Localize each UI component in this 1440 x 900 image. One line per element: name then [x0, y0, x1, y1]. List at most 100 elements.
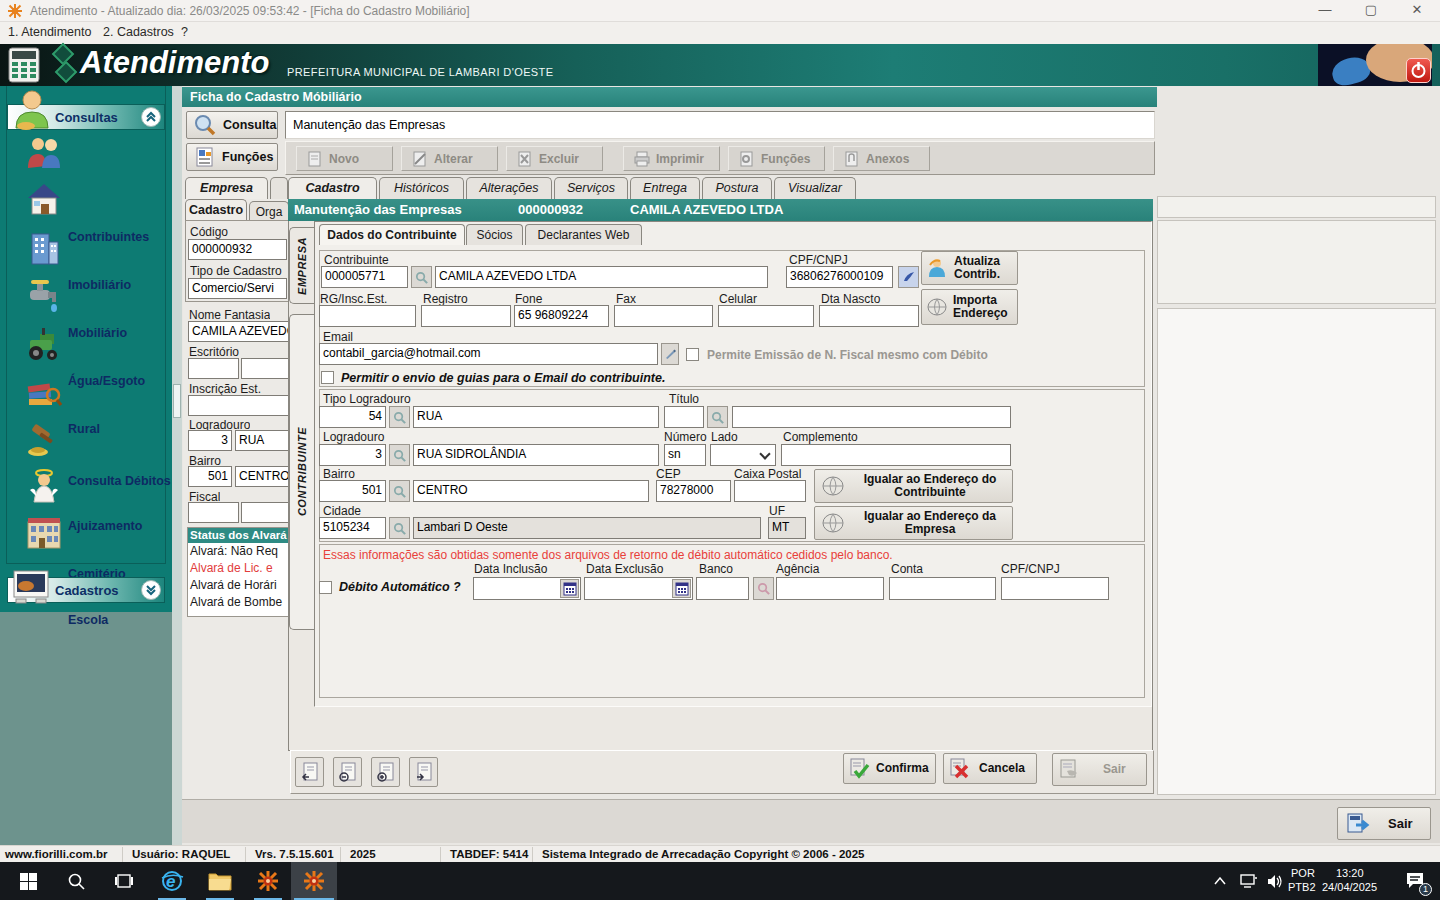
cpf-input[interactable]: 36806276000109 [786, 266, 893, 288]
cep-input[interactable]: 78278000 [656, 480, 731, 502]
cpf-tool-button[interactable] [898, 266, 919, 288]
email-edit-button[interactable] [661, 343, 679, 365]
permite-emissao-checkbox[interactable] [686, 348, 699, 361]
importa-endereco-button[interactable]: ImportaEndereço [921, 289, 1018, 325]
titulo-input[interactable] [732, 406, 1011, 428]
caixa-postal-input[interactable] [734, 480, 806, 502]
conta-input[interactable] [889, 577, 996, 600]
escritorio-input[interactable] [241, 358, 290, 379]
email-input[interactable]: contabil_garcia@hotmail.com [319, 343, 658, 365]
tray-volume-icon[interactable] [1262, 862, 1288, 900]
toolbar-funcoes-button[interactable]: Funções [728, 146, 825, 171]
power-button[interactable] [1406, 58, 1431, 83]
alterar-button[interactable]: Alterar [401, 146, 498, 171]
side-tab-empresa[interactable]: EMPRESA [289, 227, 314, 304]
subtab-socios[interactable]: Sócios [466, 224, 523, 245]
anexos-button[interactable]: Anexos [833, 146, 930, 171]
logradouro-num-input[interactable]: 3 [319, 444, 386, 466]
mtab-visualizar[interactable]: Visualizar [774, 177, 856, 199]
tipo-logradouro-search[interactable] [389, 406, 410, 428]
menu-cadastros[interactable]: 2. Cadastros [103, 25, 174, 39]
lp-logradouro-num-input[interactable]: 3 [188, 430, 232, 451]
menu-help[interactable]: ? [181, 25, 188, 39]
consultas-collapse-button[interactable] [141, 107, 161, 127]
complemento-input[interactable] [781, 444, 1011, 466]
contribuinte-name-input[interactable]: CAMILA AZEVEDO LTDA [435, 266, 768, 288]
novo-button[interactable]: Novo [296, 146, 393, 171]
fiscal-num-input[interactable] [188, 502, 239, 523]
lado-dropdown[interactable] [710, 444, 776, 466]
dialog-sair-button[interactable]: Sair [1052, 753, 1147, 786]
file-explorer-icon[interactable] [200, 862, 240, 900]
maximize-button[interactable]: ▢ [1348, 0, 1394, 22]
registro-input[interactable] [421, 305, 511, 327]
envio-guias-checkbox[interactable] [321, 371, 334, 384]
mtab-cadastro[interactable]: Cadastro [288, 177, 377, 199]
dta-input[interactable] [819, 305, 919, 327]
escritorio-num-input[interactable] [188, 358, 239, 379]
tray-clock-date[interactable]: 24/04/2025 [1322, 881, 1377, 893]
mtab-historicos[interactable]: Históricos [379, 177, 464, 199]
mtab-entrega[interactable]: Entrega [630, 177, 700, 199]
minimize-button[interactable]: — [1302, 0, 1348, 22]
banco-input[interactable] [696, 577, 749, 600]
mtab-alteracoes[interactable]: Alterações [466, 177, 552, 199]
igualar-contribuinte-button[interactable]: Igualar ao Endereço doContribuinte [814, 469, 1013, 503]
contribuinte-search-button[interactable] [411, 266, 432, 288]
fiscal-input[interactable] [241, 502, 290, 523]
nav-next-button[interactable] [371, 757, 400, 787]
subtab-dados[interactable]: Dados do Contribuinte [319, 224, 465, 245]
tipo-logradouro-num-input[interactable]: 54 [319, 406, 386, 428]
tray-network-icon[interactable] [1236, 862, 1260, 900]
left-tab-cadastro[interactable]: Cadastro [185, 199, 247, 220]
debito-cpf-input[interactable] [1001, 577, 1109, 600]
side-tab-contribuinte[interactable]: CONTRIBUINTE [289, 314, 314, 630]
nome-fantasia-input[interactable]: CAMILA AZEVEDO LTDA [188, 321, 290, 342]
lp-logradouro-input[interactable]: RUA [235, 430, 290, 451]
funcoes-button[interactable]: Funções [186, 143, 278, 171]
igualar-empresa-button[interactable]: Igualar ao Endereço daEmpresa [814, 506, 1013, 540]
form-name-field[interactable]: Manutenção das Empresas [285, 111, 1155, 139]
bairro-search[interactable] [389, 480, 410, 502]
nav-prev-button[interactable] [333, 757, 362, 787]
tipo-logradouro-input[interactable]: RUA [413, 406, 659, 428]
fiorilli-app-icon[interactable] [248, 862, 288, 900]
confirma-button[interactable]: Confirma [843, 753, 936, 784]
codigo-input[interactable]: 000000932 [188, 239, 287, 260]
debito-automatico-checkbox[interactable] [319, 581, 332, 594]
uf-input[interactable]: MT [768, 517, 806, 539]
internet-explorer-icon[interactable]: e [152, 862, 192, 900]
bairro-num-input[interactable]: 501 [319, 480, 386, 502]
sidebar-scrollbar[interactable] [172, 86, 182, 850]
inscricao-input[interactable] [188, 395, 290, 416]
cidade-input[interactable]: Lambari D Oeste [413, 517, 761, 539]
notification-icon[interactable]: 1 [1398, 862, 1434, 900]
tray-clock-time[interactable]: 13:20 [1336, 867, 1364, 879]
titulo-search[interactable] [707, 406, 728, 428]
celular-input[interactable] [718, 305, 814, 327]
mtab-postura[interactable]: Postura [702, 177, 772, 199]
taskbar-search-icon[interactable] [56, 862, 96, 900]
atualiza-contrib-button[interactable]: AtualizaContrib. [921, 251, 1018, 285]
cidade-num-input[interactable]: 5105234 [319, 517, 386, 539]
menu-atendimento[interactable]: 1. Atendimento [8, 25, 91, 39]
main-sair-button[interactable]: Sair [1337, 807, 1431, 840]
cadastros-expand-button[interactable] [141, 580, 161, 600]
data-inclusao-calendar-button[interactable] [560, 579, 579, 598]
subtab-declarantes[interactable]: Declarantes Web [525, 224, 642, 245]
nav-last-button[interactable] [409, 757, 438, 787]
logradouro-search[interactable] [389, 444, 410, 466]
fone-input[interactable]: 65 96809224 [514, 305, 609, 327]
rg-input[interactable] [319, 305, 416, 327]
consulta-button[interactable]: Consulta [186, 111, 278, 139]
lp-bairro-num-input[interactable]: 501 [188, 466, 232, 487]
close-button[interactable]: ✕ [1394, 0, 1440, 22]
numero-input[interactable]: sn [664, 444, 706, 466]
excluir-button[interactable]: Excluir [506, 146, 603, 171]
tipo-cadastro-input[interactable]: Comercio/Servi [188, 278, 287, 299]
start-button[interactable] [8, 862, 48, 900]
task-view-icon[interactable] [104, 862, 144, 900]
fiorilli-app-icon-active[interactable] [291, 862, 337, 900]
lp-bairro-input[interactable]: CENTRO [235, 466, 290, 487]
tray-language[interactable]: POR [1291, 867, 1315, 879]
